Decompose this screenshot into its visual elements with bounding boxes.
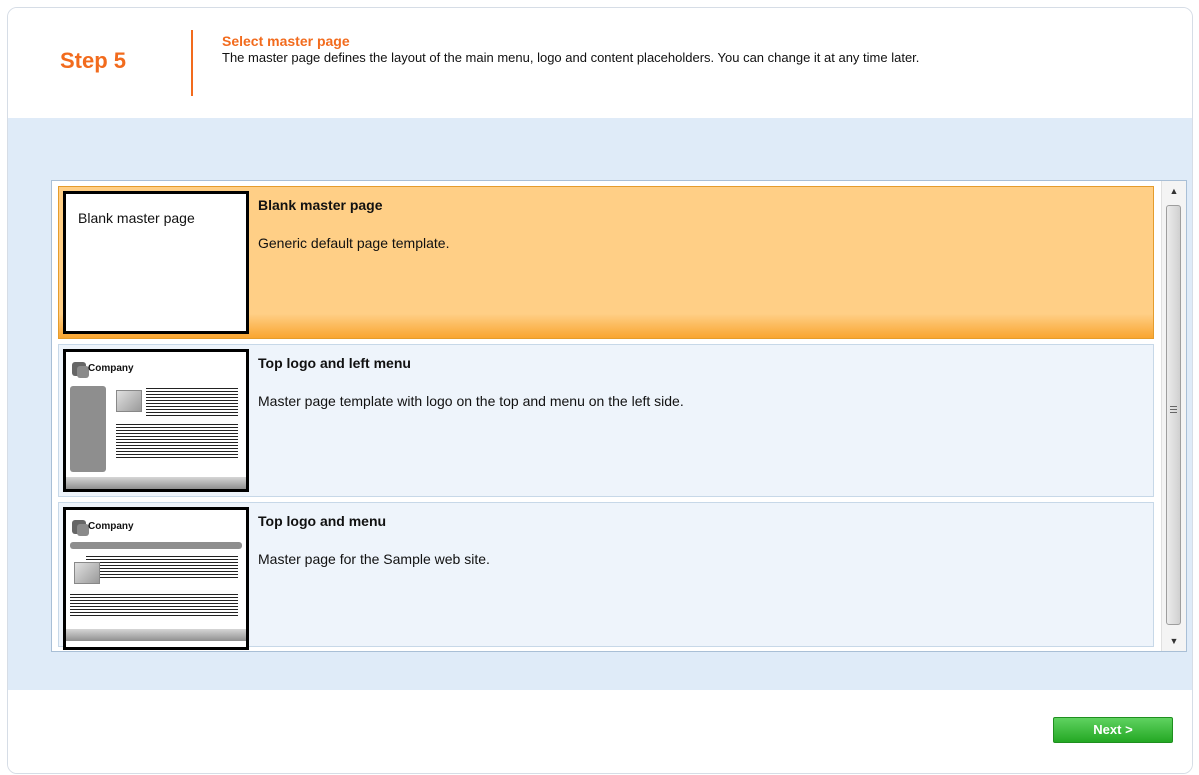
step-title: Select master page bbox=[222, 33, 350, 49]
content-area: Blank master page Blank master page Gene… bbox=[8, 118, 1192, 690]
thumbnail-top-logo-menu: Company bbox=[63, 507, 249, 650]
scroll-up-icon[interactable]: ▲ bbox=[1162, 181, 1186, 201]
item-description: Master page template with logo on the to… bbox=[258, 393, 684, 409]
thumbnail-label: Blank master page bbox=[78, 210, 195, 226]
thumbnail-blank: Blank master page bbox=[63, 191, 249, 334]
item-title: Blank master page bbox=[258, 197, 383, 213]
master-page-item-blank[interactable]: Blank master page Blank master page Gene… bbox=[58, 186, 1154, 339]
scrollbar-thumb[interactable] bbox=[1166, 205, 1181, 625]
top-menu-shape bbox=[70, 542, 242, 549]
image-placeholder-icon bbox=[74, 562, 100, 584]
header-divider bbox=[191, 30, 193, 96]
item-description: Generic default page template. bbox=[258, 235, 450, 251]
item-title: Top logo and menu bbox=[258, 513, 387, 529]
thumbnail-company: Company bbox=[88, 363, 134, 374]
master-page-list[interactable]: Blank master page Blank master page Gene… bbox=[51, 180, 1187, 652]
left-menu-shape bbox=[70, 386, 106, 472]
scroll-down-icon[interactable]: ▼ bbox=[1162, 631, 1186, 651]
master-page-items: Blank master page Blank master page Gene… bbox=[52, 181, 1158, 651]
step-number: Step 5 bbox=[60, 48, 127, 73]
text-placeholder bbox=[116, 424, 238, 458]
master-page-item-top-logo-left-menu[interactable]: Company Top logo and left menu Master pa… bbox=[58, 344, 1154, 497]
grip-icon bbox=[1170, 406, 1177, 415]
item-description: Master page for the Sample web site. bbox=[258, 551, 490, 567]
master-page-item-top-logo-menu[interactable]: Company Top logo and menu Master page fo… bbox=[58, 502, 1154, 650]
thumbnail-top-logo-left-menu: Company bbox=[63, 349, 249, 492]
text-placeholder bbox=[70, 594, 238, 616]
item-title: Top logo and left menu bbox=[258, 355, 411, 371]
thumbnail-company: Company bbox=[88, 521, 134, 532]
next-button[interactable]: Next > bbox=[1053, 717, 1173, 743]
vertical-scrollbar[interactable]: ▲ ▼ bbox=[1161, 181, 1186, 651]
text-placeholder bbox=[146, 388, 238, 418]
step-description: The master page defines the layout of th… bbox=[222, 50, 920, 65]
text-placeholder bbox=[86, 556, 238, 578]
wizard-frame: Step 5 Select master page The master pag… bbox=[7, 7, 1193, 774]
wizard-header: Step 5 Select master page The master pag… bbox=[8, 8, 1192, 118]
wizard-footer: Next > bbox=[8, 690, 1192, 773]
footer-bar-shape bbox=[66, 477, 246, 489]
footer-bar-shape bbox=[66, 629, 246, 641]
image-placeholder-icon bbox=[116, 390, 142, 412]
